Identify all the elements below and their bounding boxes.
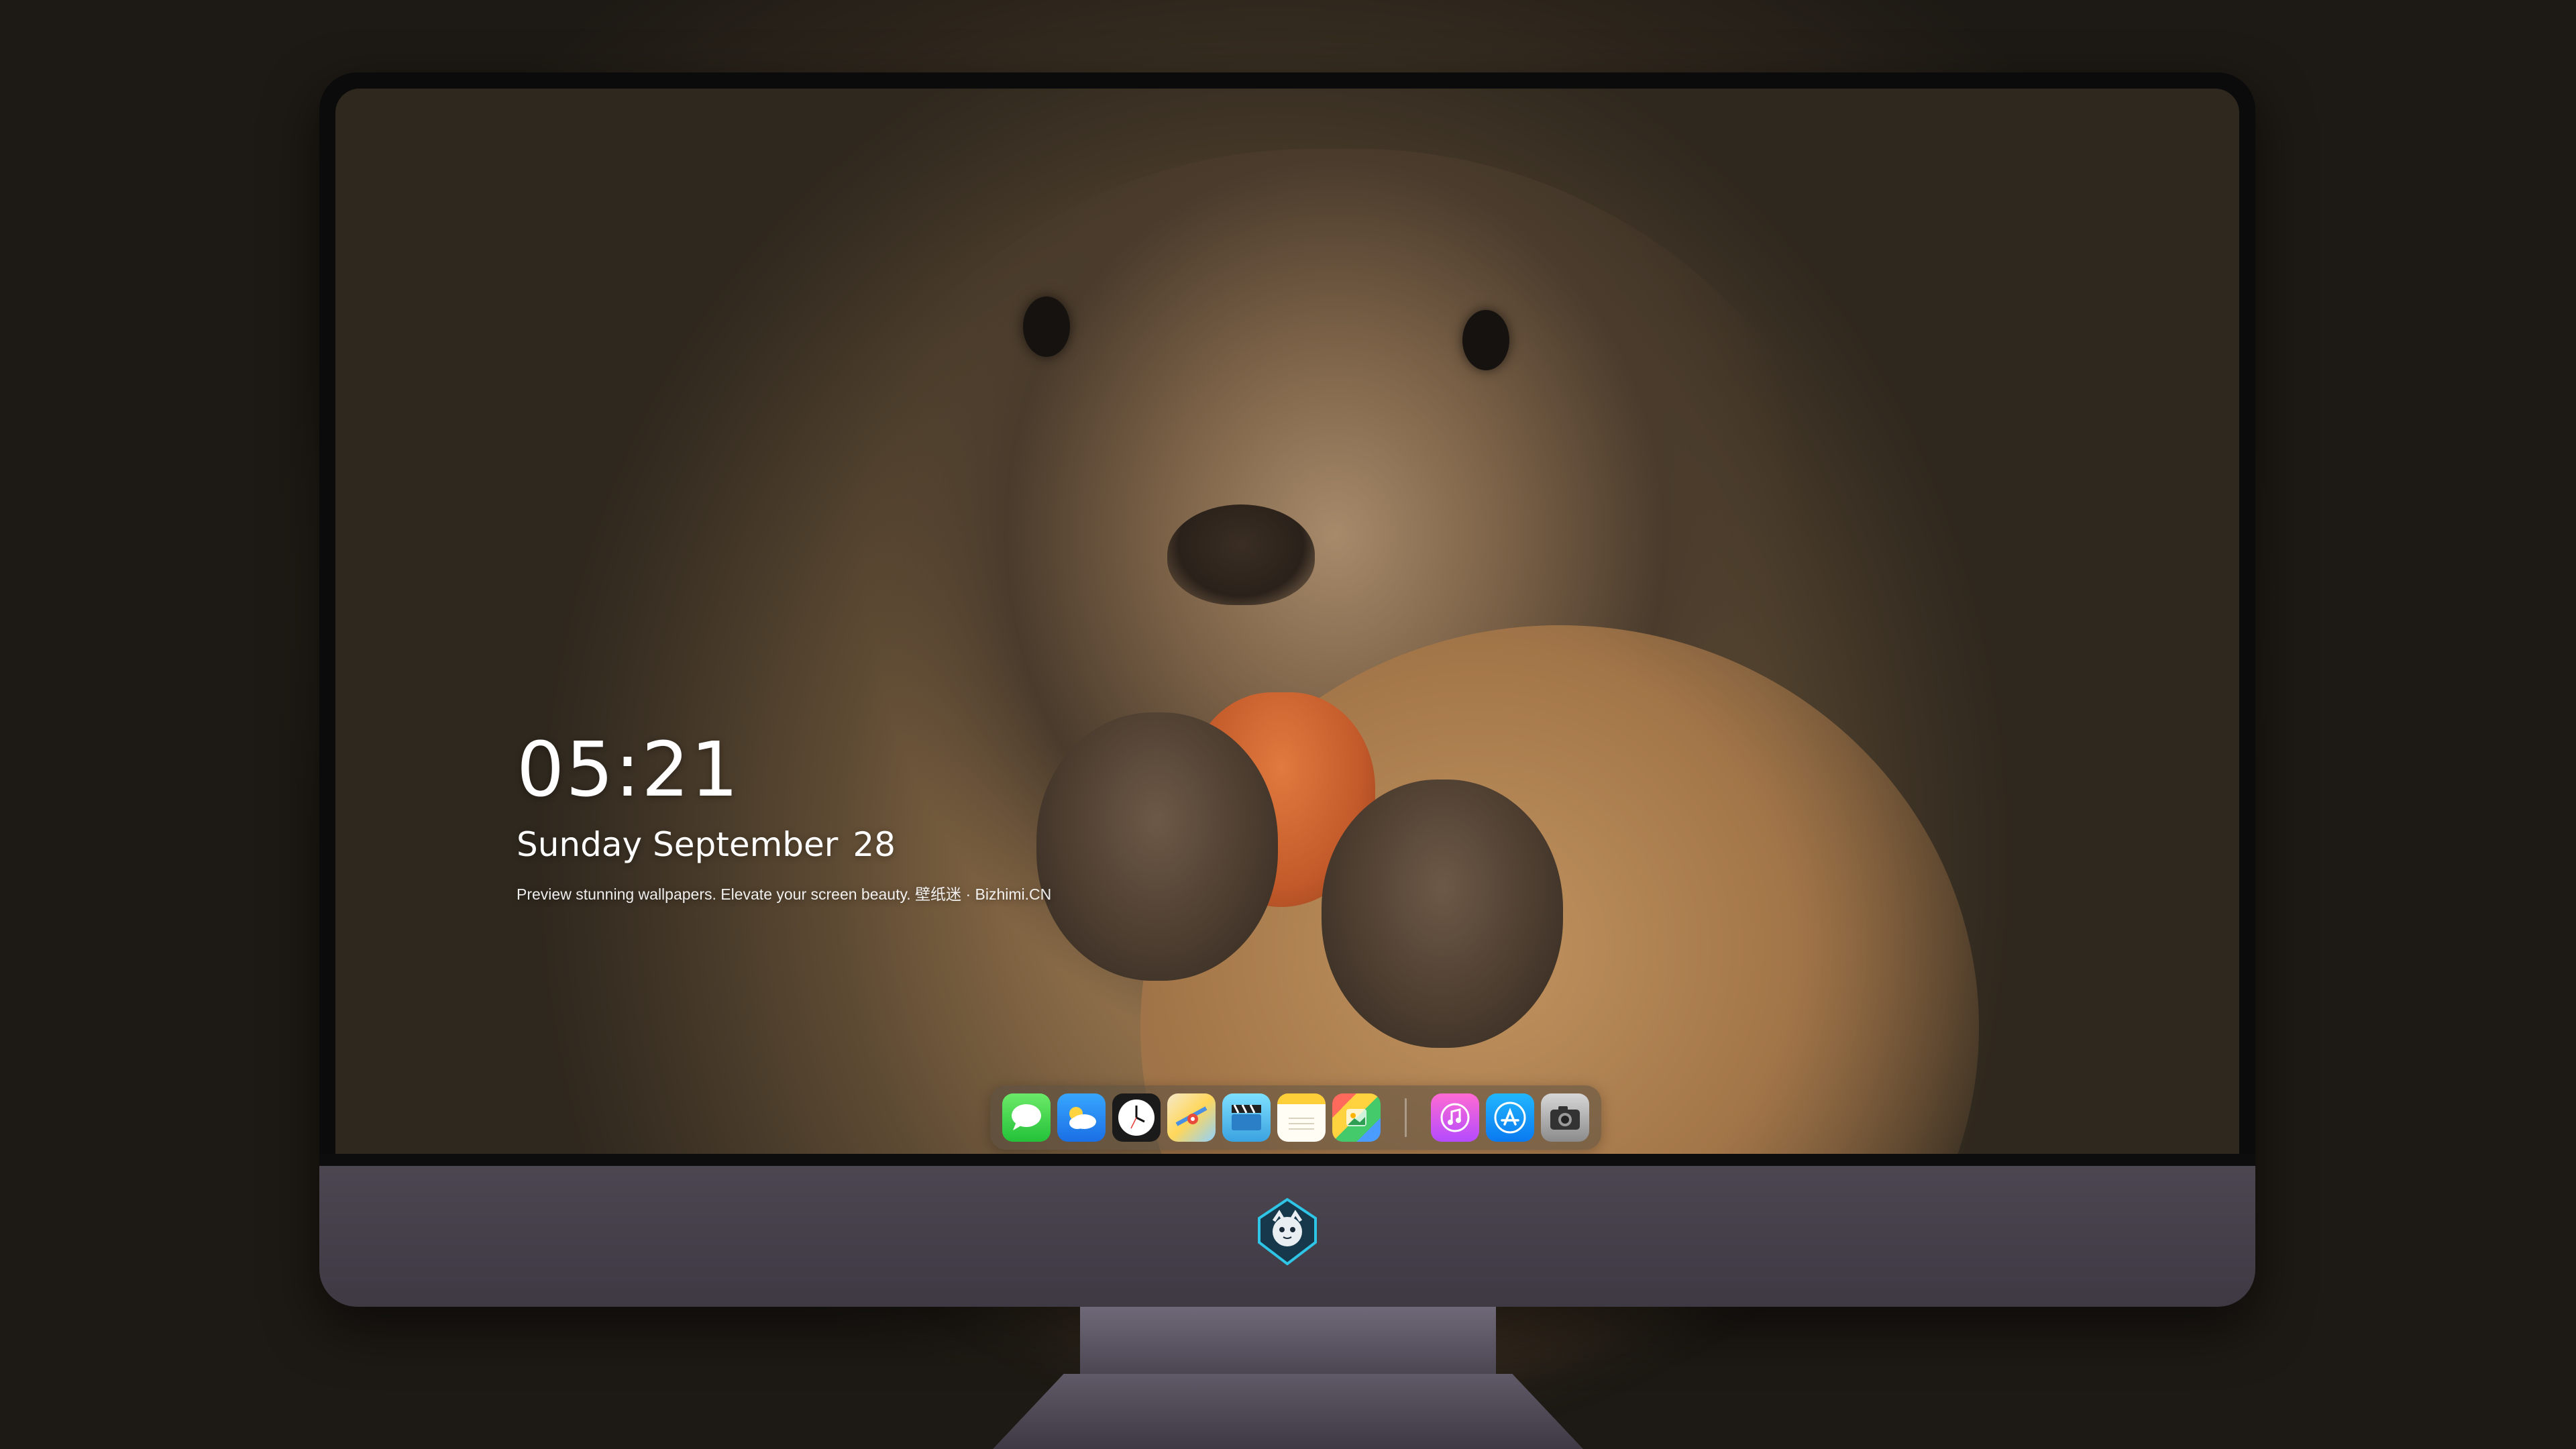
monitor-stand-neck (1080, 1307, 1496, 1374)
notes-icon[interactable] (1277, 1093, 1326, 1142)
lock-info: 05:21 Sunday September 28 Preview stunnin… (517, 733, 1051, 902)
dock-separator (1405, 1098, 1407, 1137)
photos-icon[interactable] (1332, 1093, 1381, 1142)
desktop-scene: 05:21 Sunday September 28 Preview stunnin… (0, 0, 2576, 1449)
clock-icon[interactable] (1112, 1093, 1161, 1142)
date-weekday: Sunday (517, 825, 643, 864)
shield-mascot-logo (1254, 1197, 1321, 1266)
messages-icon[interactable] (1002, 1093, 1051, 1142)
wallpaper-eye-left (1023, 297, 1070, 357)
wallpaper-paw-right (1322, 780, 1563, 1048)
music-icon[interactable] (1431, 1093, 1479, 1142)
wallpaper-nose (1167, 504, 1315, 605)
date-line: Sunday September 28 (517, 828, 1051, 861)
maps-icon[interactable] (1167, 1093, 1216, 1142)
dock (990, 1085, 1601, 1150)
video-icon[interactable] (1222, 1093, 1271, 1142)
monitor-chin (319, 1154, 2255, 1307)
lock-screen: 05:21 Sunday September 28 Preview stunnin… (335, 89, 2239, 1154)
appstore-icon[interactable] (1486, 1093, 1534, 1142)
weather-icon[interactable] (1057, 1093, 1106, 1142)
date-day: 28 (853, 825, 896, 864)
monitor-stand-base (993, 1374, 1583, 1449)
wallpaper-eye-right (1462, 310, 1509, 370)
camera-icon[interactable] (1541, 1093, 1589, 1142)
date-month: September (653, 825, 839, 864)
clock-time: 05:21 (517, 727, 740, 814)
wallpaper-paw-left (1036, 712, 1278, 981)
monitor: 05:21 Sunday September 28 Preview stunnin… (319, 72, 2255, 1307)
tagline: Preview stunning wallpapers. Elevate you… (517, 885, 1052, 903)
